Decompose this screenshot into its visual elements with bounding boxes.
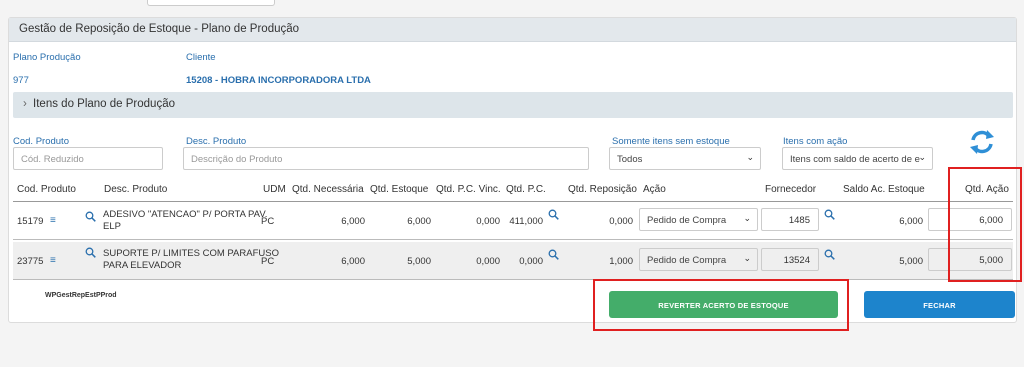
plano-label: Plano Produção xyxy=(13,52,81,63)
filter-desc-label: Desc. Produto xyxy=(186,136,247,147)
row-cod: 15179 xyxy=(17,216,44,227)
fornecedor-input[interactable]: 13524 xyxy=(761,248,819,271)
row-saldo: 5,000 xyxy=(899,256,923,267)
th-qtd-estoque: Qtd. Estoque xyxy=(370,184,429,195)
highlight-reverter-button xyxy=(593,279,849,331)
row-qtd-pc: 0,000 xyxy=(519,256,543,267)
section-itens[interactable]: › Itens do Plano de Produção xyxy=(13,92,1013,118)
row-udm: PC xyxy=(261,256,275,267)
row-qtd-pc-vinc: 0,000 xyxy=(476,216,500,227)
row-qtd-reposicao: 1,000 xyxy=(609,256,633,267)
th-fornecedor: Fornecedor xyxy=(765,184,817,195)
th-acao: Ação xyxy=(643,184,666,195)
top-input-stub xyxy=(147,0,275,6)
search-icon[interactable] xyxy=(548,249,559,260)
list-icon[interactable]: ≡ xyxy=(50,255,56,266)
filter-cod-label: Cod. Produto xyxy=(13,136,69,147)
table-row: 23775 ≡ SUPORTE P/ LIMITES COM PARAFUSO … xyxy=(13,242,1013,280)
list-icon[interactable]: ≡ xyxy=(50,215,56,226)
chevron-down-icon: ⌄ xyxy=(743,253,751,263)
th-saldo: Saldo Ac. Estoque xyxy=(843,184,925,195)
highlight-qtd-acao xyxy=(948,167,1022,282)
com-acao-value: Itens com saldo de acerto de e xyxy=(790,154,920,165)
search-icon[interactable] xyxy=(85,211,96,222)
cod-produto-input[interactable]: Cód. Reduzido xyxy=(13,147,163,170)
fornecedor-input[interactable]: 1485 xyxy=(761,208,819,231)
row-desc-line1: SUPORTE P/ LIMITES COM PARAFUSO xyxy=(103,248,279,259)
th-qtd-reposicao: Qtd. Reposição xyxy=(568,184,637,195)
sem-estoque-select[interactable]: Todos ⌄ xyxy=(609,147,761,170)
row-qtd-pc-vinc: 0,000 xyxy=(476,256,500,267)
search-icon[interactable] xyxy=(824,249,835,260)
acao-value: Pedido de Compra xyxy=(647,215,727,226)
search-icon[interactable] xyxy=(824,209,835,220)
th-cod-produto: Cod. Produto xyxy=(17,184,76,195)
row-qtd-reposicao: 0,000 xyxy=(609,216,633,227)
chevron-right-icon: › xyxy=(23,98,27,110)
chevron-down-icon: ⌄ xyxy=(746,152,754,162)
fechar-button[interactable]: FECHAR xyxy=(864,291,1015,318)
row-cod: 23775 xyxy=(17,256,44,267)
row-qtd-estoque: 6,000 xyxy=(407,216,431,227)
main-panel: Gestão de Reposição de Estoque - Plano d… xyxy=(8,17,1017,323)
search-icon[interactable] xyxy=(548,209,559,220)
row-qtd-necessaria: 6,000 xyxy=(341,216,365,227)
row-saldo: 6,000 xyxy=(899,216,923,227)
row-qtd-estoque: 5,000 xyxy=(407,256,431,267)
acao-select[interactable]: Pedido de Compra ⌄ xyxy=(639,208,758,231)
table-row: 15179 ≡ ADESIVO "ATENCAO" P/ PORTA PAV. … xyxy=(13,202,1013,240)
filter-com-acao-label: Itens com ação xyxy=(783,136,848,147)
desc-produto-input[interactable]: Descrição do Produto xyxy=(183,147,589,170)
th-qtd-necessaria: Qtd. Necessária xyxy=(292,184,364,195)
row-desc-line2: ELP xyxy=(103,221,121,232)
row-qtd-necessaria: 6,000 xyxy=(341,256,365,267)
chevron-down-icon: ⌄ xyxy=(743,213,751,223)
chevron-down-icon: ⌄ xyxy=(918,152,926,162)
sem-estoque-value: Todos xyxy=(617,154,643,165)
com-acao-select[interactable]: Itens com saldo de acerto de e ⌄ xyxy=(782,147,933,170)
panel-title: Gestão de Reposição de Estoque - Plano d… xyxy=(9,18,1016,42)
th-desc-produto: Desc. Produto xyxy=(104,184,168,195)
th-qtd-pc: Qtd. P.C. xyxy=(506,184,546,195)
th-qtd-pc-vinc: Qtd. P.C. Vinc. xyxy=(436,184,501,195)
plano-value: 977 xyxy=(13,75,29,86)
refresh-icon[interactable] xyxy=(967,127,997,157)
th-udm: UDM xyxy=(263,184,286,195)
row-udm: PC xyxy=(261,216,275,227)
row-qtd-pc: 411,000 xyxy=(509,216,543,227)
cliente-value: 15208 - HOBRA INCORPORADORA LTDA xyxy=(186,75,371,86)
filter-sem-estoque-label: Somente itens sem estoque xyxy=(612,136,730,147)
row-desc-line2: PARA ELEVADOR xyxy=(103,260,182,271)
acao-value: Pedido de Compra xyxy=(647,255,727,266)
search-icon[interactable] xyxy=(85,247,96,258)
cliente-label: Cliente xyxy=(186,52,216,63)
acao-select[interactable]: Pedido de Compra ⌄ xyxy=(639,248,758,271)
form-id-label: WPGestRepEstPProd xyxy=(45,292,117,299)
row-desc-line1: ADESIVO "ATENCAO" P/ PORTA PAV. xyxy=(103,209,268,220)
section-title: Itens do Plano de Produção xyxy=(33,98,175,110)
